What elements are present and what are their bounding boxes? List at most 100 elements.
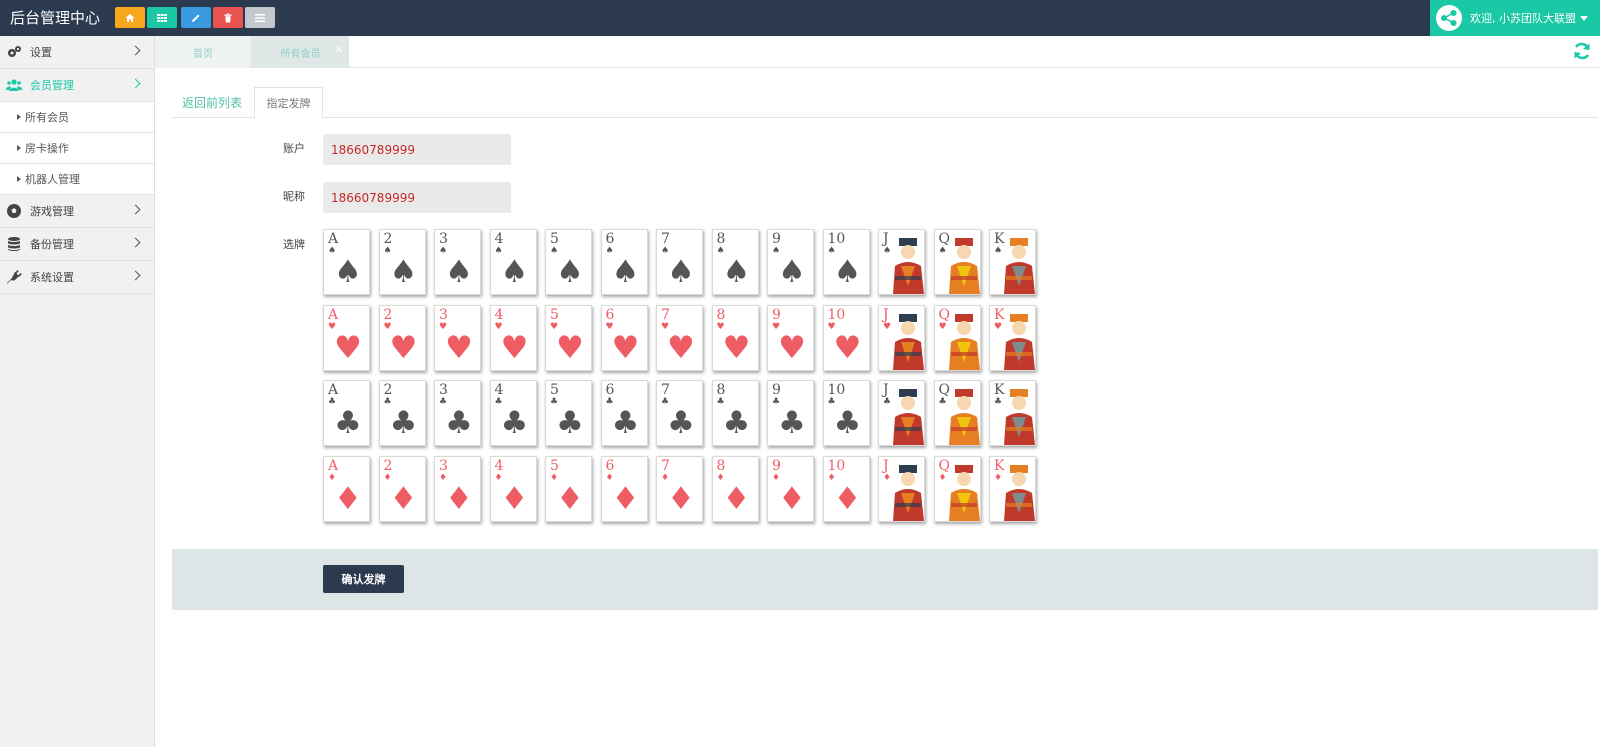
playing-card[interactable]: J ♠	[878, 229, 925, 295]
playing-card[interactable]: 10 ♣ ♣	[822, 380, 870, 446]
spades-icon: ♠	[778, 254, 806, 290]
welcome-text: 欢迎, 小苏团队大联盟	[1470, 12, 1576, 25]
playing-card[interactable]: 4 ♥ ♥	[489, 304, 537, 371]
playing-card[interactable]: 10 ♥ ♥	[822, 304, 870, 371]
playing-card[interactable]: 5 ♣ ♣	[545, 380, 592, 446]
sidebar-item-games[interactable]: 游戏管理	[0, 195, 154, 228]
playing-card[interactable]: 2 ♦ ♦	[378, 455, 426, 522]
playing-card[interactable]: 4 ♣ ♣	[489, 380, 537, 446]
playing-card[interactable]: K ♥	[989, 304, 1036, 371]
playing-card[interactable]: A ♦ ♦	[323, 455, 370, 522]
spades-icon: ♠	[722, 254, 751, 290]
back-to-list-tab[interactable]: 返回前列表	[172, 87, 252, 118]
list-button[interactable]	[245, 7, 275, 28]
playing-card[interactable]: 5 ♦ ♦	[545, 455, 592, 522]
playing-card[interactable]: 7 ♥ ♥	[656, 304, 703, 371]
hearts-icon: ♥	[994, 321, 1003, 332]
caret-down-icon	[1580, 15, 1588, 21]
tab-home[interactable]: 首页	[155, 36, 252, 68]
playing-card[interactable]: 8 ♥ ♥	[711, 304, 759, 371]
diamonds-icon: ♦	[556, 480, 584, 517]
playing-card[interactable]: 2 ♣ ♣	[378, 380, 426, 446]
home-button[interactable]	[115, 7, 145, 28]
playing-card[interactable]: 3 ♠ ♠	[434, 229, 481, 295]
playing-card[interactable]: A ♣ ♣	[323, 380, 370, 446]
card-rank: 4	[494, 382, 504, 398]
face-card-figure-icon	[948, 313, 980, 370]
playing-card[interactable]: J ♥	[878, 304, 925, 371]
chevron-right-icon	[130, 237, 141, 248]
hearts-icon: ♥	[445, 329, 473, 366]
playing-card[interactable]: 4 ♦ ♦	[489, 455, 537, 522]
playing-card[interactable]: J ♦	[878, 455, 925, 522]
playing-card[interactable]: 9 ♥ ♥	[767, 304, 814, 371]
sidebar-item-members[interactable]: 会员管理	[0, 69, 154, 102]
list-icon	[255, 13, 265, 22]
refresh-icon[interactable]	[1572, 41, 1592, 61]
playing-card[interactable]: J ♣	[878, 380, 925, 446]
sidebar-subitem-room-cards[interactable]: 房卡操作	[0, 133, 154, 164]
card-rank: 5	[550, 382, 559, 398]
sidebar-item-settings[interactable]: 设置	[0, 36, 154, 69]
playing-card[interactable]: Q ♥	[933, 304, 981, 371]
sidebar-item-label: 设置	[30, 46, 52, 59]
playing-card[interactable]: 8 ♦ ♦	[711, 455, 759, 522]
spades-icon: ♠	[611, 254, 640, 290]
edit-button[interactable]	[181, 7, 211, 28]
playing-card[interactable]: 3 ♥ ♥	[434, 304, 481, 371]
top-navbar: 后台管理中心 欢迎, 小苏团队大联盟	[0, 0, 1600, 36]
playing-card[interactable]: 4 ♠ ♠	[489, 229, 537, 295]
playing-card[interactable]: 9 ♠ ♠	[767, 229, 814, 295]
playing-card[interactable]: 7 ♦ ♦	[656, 455, 703, 522]
nickname-label: 昵称	[283, 190, 305, 203]
sidebar-subitem-label: 机器人管理	[25, 173, 80, 186]
playing-card[interactable]: 6 ♠ ♠	[600, 229, 648, 295]
playing-card[interactable]: 7 ♠ ♠	[656, 229, 703, 295]
playing-card[interactable]: 7 ♣ ♣	[656, 380, 703, 446]
playing-card[interactable]: 2 ♥ ♥	[378, 304, 426, 371]
playing-card[interactable]: K ♣	[989, 380, 1036, 446]
playing-card[interactable]: 3 ♣ ♣	[434, 380, 481, 446]
user-menu[interactable]: 欢迎, 小苏团队大联盟	[1430, 0, 1600, 36]
card-rank: 6	[605, 382, 615, 398]
playing-card[interactable]: 9 ♦ ♦	[767, 455, 814, 522]
playing-card[interactable]: K ♦	[989, 455, 1036, 522]
account-field[interactable]	[323, 134, 511, 165]
playing-card[interactable]: Q ♣	[933, 380, 981, 446]
nickname-field[interactable]	[323, 182, 511, 213]
playing-card[interactable]: 9 ♣ ♣	[767, 380, 814, 446]
delete-button[interactable]	[213, 7, 243, 28]
playing-card[interactable]: Q ♦	[933, 455, 981, 522]
playing-card[interactable]: 8 ♣ ♣	[711, 380, 759, 446]
home-icon	[125, 13, 135, 22]
sidebar-subitem-robots[interactable]: 机器人管理	[0, 164, 154, 195]
playing-card[interactable]: 5 ♠ ♠	[545, 229, 592, 295]
hearts-icon: ♥	[556, 329, 584, 366]
playing-card[interactable]: 3 ♦ ♦	[434, 455, 481, 522]
sidebar-item-system-settings[interactable]: 系统设置	[0, 261, 154, 294]
tab-all-members[interactable]: 所有会员 ×	[252, 36, 349, 68]
diamonds-icon: ♦	[833, 480, 862, 517]
playing-card[interactable]: 10 ♦ ♦	[822, 455, 870, 522]
playing-card[interactable]: 6 ♦ ♦	[600, 455, 648, 522]
playing-card[interactable]: A ♠ ♠	[323, 229, 370, 295]
sidebar-item-backup[interactable]: 备份管理	[0, 228, 154, 261]
playing-card[interactable]: K ♠	[989, 229, 1036, 295]
playing-card[interactable]: 6 ♣ ♣	[600, 380, 648, 446]
playing-card[interactable]: 8 ♠ ♠	[711, 229, 759, 295]
confirm-deal-button[interactable]: 确认发牌	[323, 565, 404, 593]
card-rank: 10	[827, 382, 846, 398]
close-icon[interactable]: ×	[335, 44, 343, 55]
assign-cards-tab[interactable]: 指定发牌	[254, 87, 323, 119]
playing-card[interactable]: 6 ♥ ♥	[600, 304, 648, 371]
playing-card[interactable]: 10 ♠ ♠	[822, 229, 870, 295]
grid-button[interactable]	[147, 7, 177, 28]
playing-card[interactable]: A ♥ ♥	[323, 304, 370, 371]
playing-card[interactable]: 5 ♥ ♥	[545, 304, 592, 371]
account-label: 账户	[283, 142, 305, 155]
playing-card[interactable]: Q ♠	[933, 229, 981, 295]
sidebar-subitem-all-members[interactable]: 所有会员	[0, 102, 154, 133]
sidebar: 设置 会员管理 所有会员 房卡操作 机器人管理 游戏管理 备份管理 系统设置	[0, 36, 155, 747]
playing-card[interactable]: 2 ♠ ♠	[378, 229, 426, 295]
card-rank: 6	[605, 231, 615, 247]
